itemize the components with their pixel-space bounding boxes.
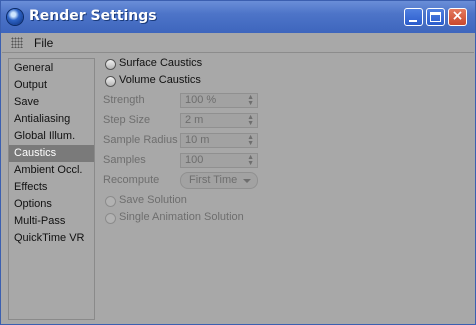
recompute-dropdown[interactable]: First Time [180,172,258,189]
minimize-button[interactable] [404,8,423,26]
chevron-down-icon [243,179,251,183]
samples-value: 100 [185,154,204,166]
single-animation-solution-checkbox[interactable] [105,213,116,224]
recompute-value: First Time [189,174,238,186]
menu-grip-icon[interactable] [11,37,23,48]
volume-caustics-checkbox[interactable] [105,76,116,87]
spinner-arrows-icon[interactable]: ▲ ▼ [247,134,254,147]
save-solution-checkbox[interactable] [105,196,116,207]
sample-radius-value: 10 m [185,134,210,146]
sidebar-item-global-illum[interactable]: Global Illum. [9,128,94,145]
sidebar-item-general[interactable]: General [9,60,94,77]
menu-bar: File [2,33,474,53]
maximize-button[interactable] [426,8,445,26]
sidebar-item-multi-pass[interactable]: Multi-Pass [9,213,94,230]
strength-label: Strength [103,94,145,106]
surface-caustics-label: Surface Caustics [119,57,203,69]
sidebar-item-effects[interactable]: Effects [9,179,94,196]
spinner-arrows-icon[interactable]: ▲ ▼ [247,154,254,167]
samples-input[interactable]: 100 ▲ ▼ [180,153,258,168]
strength-value: 100 % [185,94,217,106]
spinner-arrows-icon[interactable]: ▲ ▼ [247,94,254,107]
step-size-label: Step Size [103,114,151,126]
sidebar-item-options[interactable]: Options [9,196,94,213]
title-bar[interactable]: Render Settings × [1,1,475,33]
close-button[interactable]: × [448,8,467,26]
single-animation-solution-label: Single Animation Solution [119,211,244,223]
surface-caustics-checkbox[interactable] [105,59,116,70]
app-sphere-icon [7,9,23,25]
sidebar-item-caustics[interactable]: Caustics [9,145,94,162]
sidebar-item-antialiasing[interactable]: Antialiasing [9,111,94,128]
settings-category-list: General Output Save Antialiasing Global … [8,58,95,320]
volume-caustics-label: Volume Caustics [119,74,201,86]
sidebar-item-ambient-occl[interactable]: Ambient Occl. [9,162,94,179]
samples-label: Samples [103,154,146,166]
spinner-arrows-icon[interactable]: ▲ ▼ [247,114,254,127]
sidebar-item-save[interactable]: Save [9,94,94,111]
strength-input[interactable]: 100 % ▲ ▼ [180,93,258,108]
menu-file[interactable]: File [34,36,53,50]
sidebar-item-quicktime-vr[interactable]: QuickTime VR [9,230,94,247]
save-solution-label: Save Solution [119,194,187,206]
render-settings-window: Render Settings × File General Output Sa… [0,0,476,325]
maximize-icon [430,12,441,22]
recompute-label: Recompute [103,174,160,186]
minimize-icon [409,20,417,22]
sidebar-item-output[interactable]: Output [9,77,94,94]
step-size-input[interactable]: 2 m ▲ ▼ [180,113,258,128]
close-icon: × [451,8,464,24]
step-size-value: 2 m [185,114,204,126]
window-title: Render Settings [29,8,157,24]
sample-radius-label: Sample Radius [103,134,178,146]
sample-radius-input[interactable]: 10 m ▲ ▼ [180,133,258,148]
